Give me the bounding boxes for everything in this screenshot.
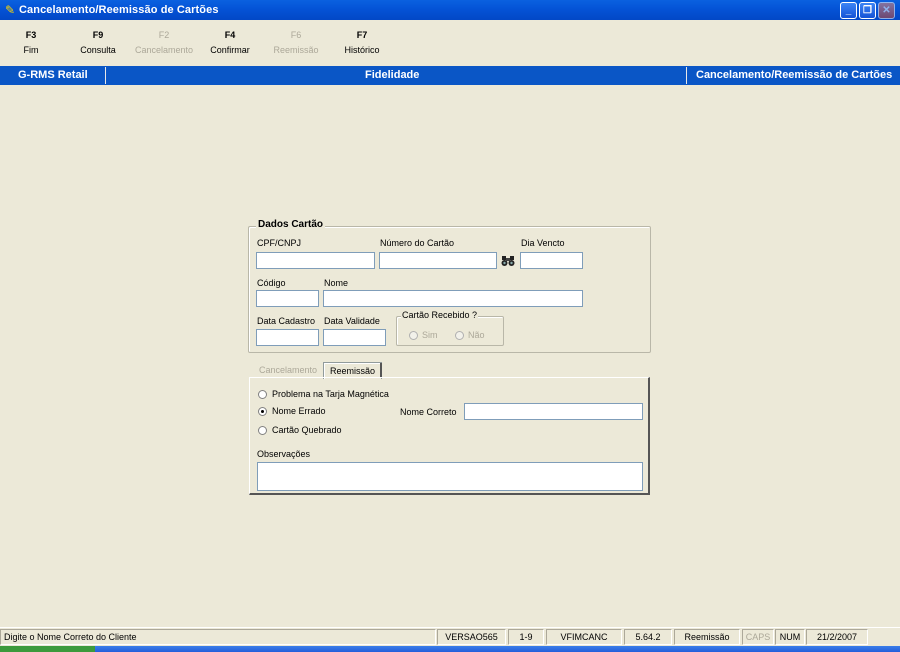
tab-cancelamento[interactable]: Cancelamento — [254, 362, 322, 378]
taskbar-strip — [0, 646, 900, 652]
fkey-f6-reemissao[interactable]: F6 Reemissão — [261, 30, 331, 56]
cpf-input[interactable] — [256, 252, 375, 269]
observacoes-label: Observações — [257, 449, 311, 459]
fkey-f3-fim[interactable]: F3 Fim — [0, 30, 66, 56]
header-right: Cancelamento/Reemissão de Cartões — [696, 69, 893, 81]
fkey-f4-confirmar[interactable]: F4 Confirmar — [195, 30, 265, 56]
binoculars-icon[interactable] — [499, 252, 516, 269]
status-message: Digite o Nome Correto do Cliente — [0, 629, 436, 645]
header-center: Fidelidade — [365, 69, 420, 81]
dia-vencto-input[interactable] — [520, 252, 583, 269]
window-title: Cancelamento/Reemissão de Cartões — [19, 4, 219, 16]
recebido-sim-label: Sim — [422, 330, 438, 340]
minimize-icon[interactable]: _ — [840, 2, 857, 19]
problema-tarja-radio[interactable] — [258, 390, 267, 399]
cartao-quebrado-label[interactable]: Cartão Quebrado — [272, 425, 342, 436]
fkey-label: Histórico — [344, 45, 380, 55]
recebido-sim-radio[interactable] — [409, 331, 418, 340]
status-date: 21/2/2007 — [806, 629, 868, 645]
nome-correto-label: Nome Correto — [400, 407, 457, 417]
fkey-f2-cancelamento[interactable]: F2 Cancelamento — [129, 30, 199, 56]
nome-errado-label[interactable]: Nome Errado — [272, 406, 326, 417]
dados-cartao-legend: Dados Cartão — [256, 219, 326, 230]
nome-label: Nome — [324, 278, 349, 288]
fkey-key: F7 — [356, 30, 368, 40]
fkey-label: Fim — [23, 45, 39, 55]
fkey-f9-consulta[interactable]: F9 Consulta — [63, 30, 133, 56]
numero-cartao-input[interactable] — [379, 252, 497, 269]
status-program: VFIMCANC — [546, 629, 622, 645]
fkey-key: F2 — [158, 30, 170, 40]
status-page: 1-9 — [508, 629, 544, 645]
fkey-label: Consulta — [80, 45, 116, 55]
cartao-recebido-legend: Cartão Recebido ? — [401, 310, 479, 321]
fkey-label: Cancelamento — [134, 45, 194, 55]
close-icon[interactable]: ✕ — [878, 2, 895, 19]
data-cadastro-label: Data Cadastro — [257, 316, 316, 326]
fkey-key: F9 — [92, 30, 104, 40]
cartao-quebrado-radio[interactable] — [258, 426, 267, 435]
status-bar: Digite o Nome Correto do Cliente VERSAO5… — [0, 627, 900, 647]
recebido-nao-radio[interactable] — [455, 331, 464, 340]
title-bar[interactable]: ✎ Cancelamento/Reemissão de Cartões _ ❐ … — [0, 0, 900, 20]
observacoes-textarea[interactable] — [257, 462, 643, 491]
data-cadastro-input[interactable] — [256, 329, 319, 346]
fkey-f7-historico[interactable]: F7 Histórico — [327, 30, 397, 56]
function-key-toolbar: F3 Fim F9 Consulta F2 Cancelamento F4 Co… — [0, 20, 900, 62]
tab-edge — [380, 363, 382, 378]
recebido-nao-label: Não — [468, 330, 485, 340]
nome-input[interactable] — [323, 290, 583, 307]
start-button[interactable] — [0, 646, 95, 652]
header-band: G-RMS Retail Fidelidade Cancelamento/Ree… — [0, 66, 900, 85]
status-build: 5.64.2 — [624, 629, 672, 645]
fkey-key: F6 — [290, 30, 302, 40]
fkey-key: F4 — [224, 30, 236, 40]
dia-vencto-label: Dia Vencto — [521, 238, 565, 248]
nome-errado-radio[interactable] — [258, 407, 267, 416]
status-mode: Reemissão — [674, 629, 740, 645]
codigo-label: Código — [257, 278, 286, 288]
status-version: VERSAO565 — [437, 629, 506, 645]
nome-correto-input[interactable] — [464, 403, 643, 420]
header-divider — [686, 67, 687, 84]
restore-icon[interactable]: ❐ — [859, 2, 876, 19]
numero-cartao-label: Número do Cartão — [380, 238, 455, 248]
data-validade-input[interactable] — [323, 329, 386, 346]
cpf-label: CPF/CNPJ — [257, 238, 302, 248]
header-left: G-RMS Retail — [18, 69, 88, 81]
codigo-input[interactable] — [256, 290, 319, 307]
fkey-label: Reemissão — [273, 45, 319, 55]
problema-tarja-label[interactable]: Problema na Tarja Magnética — [272, 389, 389, 400]
header-divider — [105, 67, 106, 84]
fkey-key: F3 — [25, 30, 37, 40]
status-num: NUM — [775, 629, 805, 645]
status-caps: CAPS — [742, 629, 774, 645]
app-icon[interactable]: ✎ — [3, 3, 17, 17]
data-validade-label: Data Validade — [324, 316, 380, 326]
fkey-label: Confirmar — [210, 45, 250, 55]
